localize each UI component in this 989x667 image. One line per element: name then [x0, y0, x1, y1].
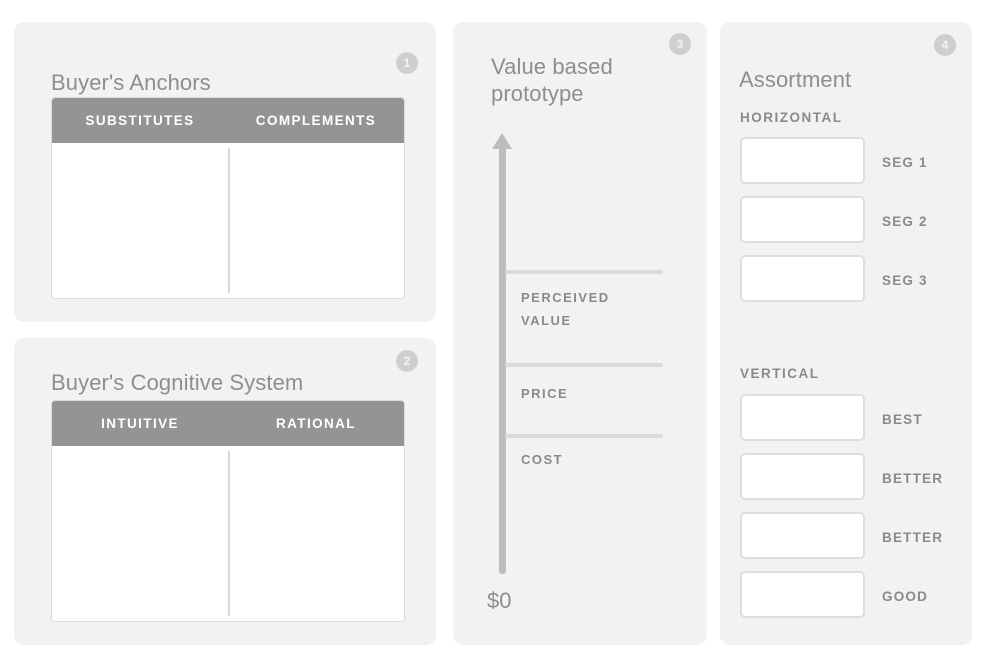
panel-badge-2: 2 [396, 350, 418, 372]
panel-title-assortment: Assortment [739, 67, 852, 92]
assortment-swatch-seg-1[interactable] [740, 137, 865, 184]
panel-assortment: 4 Assortment HORIZONTAL SEG 1 SEG 2 SEG … [720, 22, 972, 645]
panel-badge-1: 1 [396, 52, 418, 74]
assortment-label-seg-2: SEG 2 [882, 214, 928, 229]
assortment-label-best: BEST [882, 412, 923, 427]
column-divider [228, 451, 230, 616]
column-divider [228, 148, 230, 293]
anchors-table: SUBSTITUTES COMPLEMENTS [51, 97, 405, 299]
assortment-label-seg-1: SEG 1 [882, 155, 928, 170]
panel-buyers-anchors: 1 Buyer's Anchors SUBSTITUTES COMPLEMENT… [14, 22, 436, 322]
panel-value-based-prototype: 3 Value based prototype PERCEIVED VALUE … [453, 22, 707, 645]
group-label-vertical: VERTICAL [740, 366, 820, 381]
assortment-swatch-seg-3[interactable] [740, 255, 865, 302]
anchors-table-body[interactable] [52, 143, 404, 298]
cognitive-table-header: INTUITIVE RATIONAL [52, 401, 404, 446]
assortment-swatch-best[interactable] [740, 394, 865, 441]
level-label-perceived-value: PERCEIVED VALUE [521, 290, 610, 328]
assortment-swatch-better-2[interactable] [740, 512, 865, 559]
assortment-label-good: GOOD [882, 589, 929, 604]
assortment-label-better-1: BETTER [882, 471, 944, 486]
level-line-price [505, 363, 663, 367]
anchors-table-header: SUBSTITUTES COMPLEMENTS [52, 98, 404, 143]
column-header-intuitive: INTUITIVE [101, 416, 179, 431]
level-label-cost: COST [521, 452, 564, 467]
axis-zero-label: $0 [487, 588, 512, 613]
panel-title-value-prototype: Value based prototype [491, 54, 613, 106]
assortment-label-better-2: BETTER [882, 530, 944, 545]
level-line-perceived-value [505, 270, 663, 274]
value-axis [498, 147, 506, 574]
panel-badge-4: 4 [934, 34, 956, 56]
group-label-horizontal: HORIZONTAL [740, 110, 843, 125]
assortment-swatch-seg-2[interactable] [740, 196, 865, 243]
cognitive-table-body[interactable] [52, 446, 404, 621]
level-label-price: PRICE [521, 386, 569, 401]
assortment-swatch-good[interactable] [740, 571, 865, 618]
column-header-substitutes: SUBSTITUTES [85, 113, 195, 128]
panel-badge-3: 3 [669, 33, 691, 55]
page-title: Buyer's Anchors [51, 70, 211, 95]
column-header-complements: COMPLEMENTS [255, 113, 377, 128]
level-line-cost [505, 434, 663, 438]
panel-title-cognitive: Buyer's Cognitive System [51, 370, 304, 395]
panel-buyers-cognitive-system: 2 Buyer's Cognitive System INTUITIVE RAT… [14, 338, 436, 645]
column-header-rational: RATIONAL [276, 416, 356, 431]
assortment-swatch-better-1[interactable] [740, 453, 865, 500]
cognitive-table: INTUITIVE RATIONAL [51, 400, 405, 622]
assortment-label-seg-3: SEG 3 [882, 273, 928, 288]
